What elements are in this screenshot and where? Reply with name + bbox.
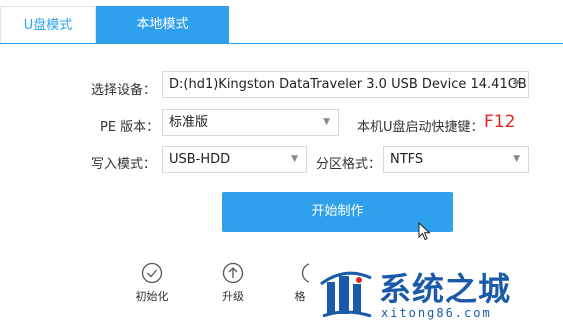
tab-local-mode[interactable]: 本地模式	[96, 6, 229, 43]
initialize-tool[interactable]: 初始化	[132, 262, 172, 304]
mouse-cursor-icon	[418, 222, 431, 241]
chevron-down-icon: ▼	[513, 79, 520, 89]
chevron-down-icon: ▼	[291, 154, 298, 164]
site-watermark: 系统之城 xitong86.com	[315, 258, 563, 328]
tab-usb-mode[interactable]: U盘模式	[0, 6, 96, 43]
watermark-title: 系统之城	[379, 270, 512, 308]
upgrade-tool[interactable]: 升级	[213, 262, 253, 304]
chevron-down-icon: ▼	[513, 154, 520, 164]
mode-tab-bar: U盘模式 本地模式	[0, 0, 563, 44]
format-label: 格	[294, 290, 306, 303]
check-circle-icon	[141, 262, 163, 284]
format-icon	[301, 263, 310, 283]
partition-select[interactable]: NTFS ▼	[383, 146, 529, 173]
arrow-up-circle-icon	[222, 262, 244, 284]
hotkey-value: F12	[484, 112, 516, 132]
castle-logo-icon	[320, 271, 372, 318]
hotkey-label: 本机U盘启动快捷键：	[357, 120, 484, 135]
watermark-url: xitong86.com	[381, 306, 492, 320]
chevron-down-icon: ▼	[323, 117, 330, 127]
write-mode-label: 写入模式：	[91, 157, 157, 172]
pe-version-label: PE 版本：	[100, 120, 160, 135]
pe-version-value: 标准版	[169, 115, 209, 130]
partition-value: NTFS	[390, 152, 424, 167]
write-mode-select[interactable]: USB-HDD ▼	[162, 146, 307, 173]
format-tool[interactable]: 格	[280, 262, 320, 304]
pe-version-select[interactable]: 标准版 ▼	[162, 109, 339, 136]
device-select[interactable]: D:(hd1)Kingston DataTraveler 3.0 USB Dev…	[162, 71, 529, 98]
partition-label: 分区格式：	[316, 157, 382, 172]
upgrade-label: 升级	[222, 290, 244, 303]
device-label: 选择设备：	[91, 83, 157, 98]
write-mode-value: USB-HDD	[169, 152, 231, 167]
device-value: D:(hd1)Kingston DataTraveler 3.0 USB Dev…	[169, 77, 527, 92]
initialize-label: 初始化	[135, 290, 169, 303]
